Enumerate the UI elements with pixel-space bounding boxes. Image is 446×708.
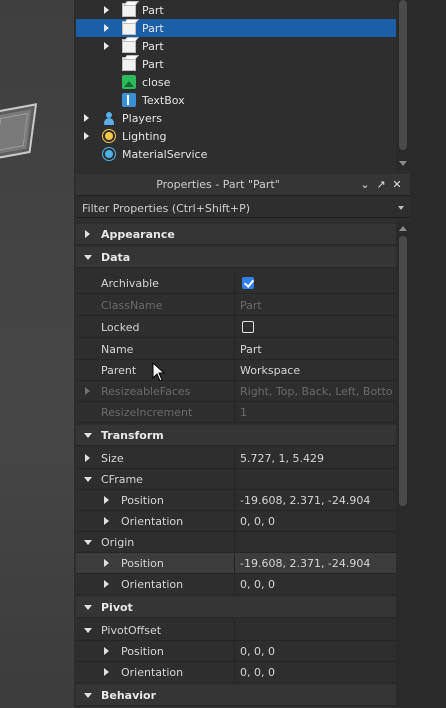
textbox-icon [122, 93, 136, 107]
category-pivot[interactable]: Pivot [76, 597, 396, 618]
property-name: Name Part [76, 339, 396, 360]
close-icon[interactable]: ✕ [390, 178, 404, 192]
filter-dropdown-icon[interactable] [398, 206, 404, 210]
pivotoffset-orientation-value[interactable]: 0, 0, 0 [240, 666, 392, 679]
collapse-arrow-icon[interactable] [84, 605, 92, 610]
collapse-arrow-icon[interactable] [84, 255, 92, 260]
properties-header: Properties - Part "Part" ⌄ ↗ ✕ [76, 174, 410, 196]
expand-arrow-icon[interactable] [104, 496, 109, 504]
part-cube-icon [122, 21, 136, 35]
property-origin: Origin [76, 532, 396, 553]
explorer-item-lighting[interactable]: Lighting [76, 127, 396, 145]
cframe-position-value[interactable]: -19.608, 2.371, -24.904 [240, 494, 392, 507]
explorer-panel: Part Part Part Part close TextBox Player… [76, 0, 410, 170]
filter-properties-input[interactable]: Filter Properties (Ctrl+Shift+P) [76, 198, 410, 218]
property-resizeincrement: ResizeIncrement 1 [76, 402, 396, 423]
explorer-item-close[interactable]: close [76, 73, 396, 91]
right-gutter [410, 0, 446, 708]
part-cube-icon [122, 57, 136, 71]
category-transform[interactable]: Transform [76, 425, 396, 446]
expand-arrow-icon[interactable] [104, 517, 109, 525]
size-value-field[interactable]: 5.727, 1, 5.429 [240, 452, 392, 465]
expand-arrow-icon[interactable] [104, 24, 109, 32]
property-list: Appearance Data Archivable ClassName Par… [76, 222, 396, 708]
lighting-icon [102, 129, 116, 143]
property-origin-position: Position -19.608, 2.371, -24.904 [76, 553, 396, 574]
parent-value-field[interactable]: Workspace [240, 364, 392, 377]
explorer-item-part[interactable]: Part [76, 55, 396, 73]
part-3d-object[interactable] [0, 103, 38, 161]
name-value-field[interactable]: Part [240, 343, 392, 356]
expand-arrow-icon[interactable] [104, 647, 109, 655]
expand-arrow-icon[interactable] [104, 42, 109, 50]
property-parent: Parent Workspace [76, 360, 396, 381]
property-pivotoffset-orientation: Orientation 0, 0, 0 [76, 662, 396, 683]
filter-placeholder: Filter Properties (Ctrl+Shift+P) [82, 202, 251, 215]
expand-arrow-icon[interactable] [85, 387, 90, 395]
explorer-scrollbar[interactable] [396, 0, 410, 170]
expand-arrow-icon[interactable] [84, 114, 89, 122]
properties-title: Properties - Part "Part" [156, 178, 280, 191]
property-cframe-orientation: Orientation 0, 0, 0 [76, 511, 396, 532]
category-behavior[interactable]: Behavior [76, 685, 396, 706]
cframe-orientation-value[interactable]: 0, 0, 0 [240, 515, 392, 528]
resizeablefaces-value: Right, Top, Back, Left, Botto... [240, 385, 392, 398]
collapse-arrow-icon[interactable] [84, 540, 92, 545]
explorer-scroll-thumb[interactable] [399, 0, 407, 150]
property-resizeablefaces: ResizeableFaces Right, Top, Back, Left, … [76, 381, 396, 402]
expand-arrow-icon[interactable] [104, 668, 109, 676]
explorer-item-part[interactable]: Part [76, 1, 396, 19]
explorer-item-materialservice[interactable]: MaterialService [76, 145, 396, 163]
classname-value: Part [240, 299, 262, 312]
scroll-up-icon[interactable] [399, 226, 407, 231]
explorer-item-textbox[interactable]: TextBox [76, 91, 396, 109]
category-data[interactable]: Data [76, 247, 396, 268]
expand-arrow-icon[interactable] [85, 454, 90, 462]
properties-panel: Properties - Part "Part" ⌄ ↗ ✕ Filter Pr… [76, 174, 410, 708]
players-icon [102, 111, 116, 125]
property-pivotoffset-position: Position 0, 0, 0 [76, 641, 396, 662]
viewport-3d[interactable] [0, 0, 74, 708]
explorer-item-players[interactable]: Players [76, 109, 396, 127]
property-size: Size 5.727, 1, 5.429 [76, 448, 396, 469]
expand-arrow-icon[interactable] [104, 559, 109, 567]
category-appearance[interactable]: Appearance [76, 224, 396, 245]
locked-checkbox[interactable] [242, 321, 254, 333]
property-pivotoffset: PivotOffset [76, 620, 396, 641]
material-service-icon [102, 147, 116, 161]
archivable-checkbox[interactable] [242, 277, 254, 289]
expand-arrow-icon[interactable] [104, 580, 109, 588]
properties-scroll-thumb[interactable] [399, 236, 407, 506]
image-button-icon [122, 75, 136, 89]
property-origin-orientation: Orientation 0, 0, 0 [76, 574, 396, 595]
scroll-down-icon[interactable] [399, 161, 407, 166]
part-cube-icon [122, 39, 136, 53]
origin-position-value[interactable]: -19.608, 2.371, -24.904 [240, 557, 392, 570]
dropdown-chevron-icon[interactable]: ⌄ [358, 178, 372, 192]
property-classname: ClassName Part [76, 295, 396, 316]
expand-arrow-icon[interactable] [84, 132, 89, 140]
resizeincrement-value: 1 [240, 406, 247, 419]
collapse-arrow-icon[interactable] [84, 477, 92, 482]
collapse-arrow-icon[interactable] [84, 693, 92, 698]
expand-arrow-icon[interactable] [104, 6, 109, 14]
property-cframe: CFrame [76, 469, 396, 490]
collapse-arrow-icon[interactable] [84, 628, 92, 633]
part-cube-icon [122, 3, 136, 17]
undock-icon[interactable]: ↗ [374, 178, 388, 192]
pivotoffset-position-value[interactable]: 0, 0, 0 [240, 645, 392, 658]
expand-arrow-icon[interactable] [85, 230, 90, 238]
property-archivable: Archivable [76, 273, 396, 294]
origin-orientation-value[interactable]: 0, 0, 0 [240, 578, 392, 591]
property-cframe-position: Position -19.608, 2.371, -24.904 [76, 490, 396, 511]
explorer-item-part-selected[interactable]: Part [76, 19, 396, 37]
property-locked: Locked [76, 317, 396, 338]
explorer-item-part[interactable]: Part [76, 37, 396, 55]
collapse-arrow-icon[interactable] [84, 433, 92, 438]
properties-scrollbar[interactable] [396, 222, 410, 708]
